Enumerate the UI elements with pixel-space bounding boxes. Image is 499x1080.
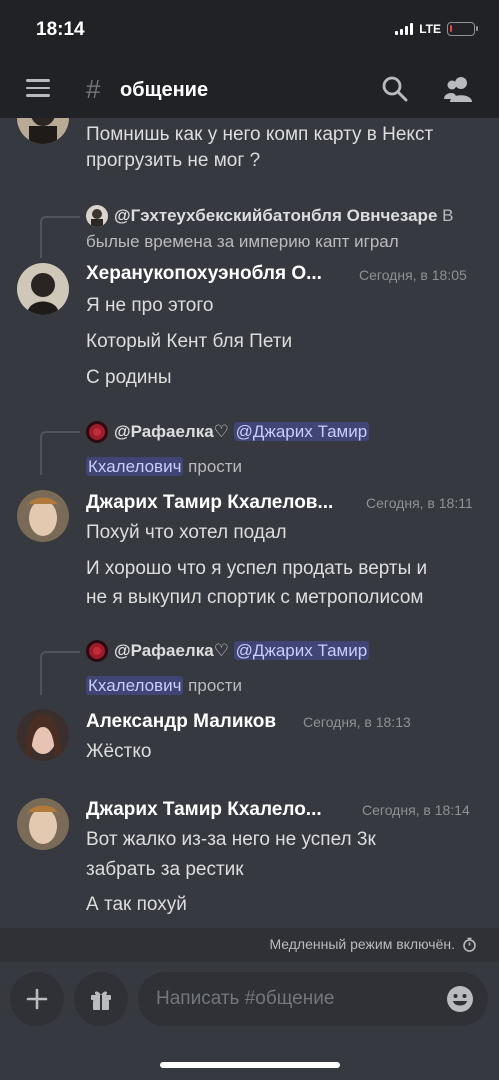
reply-snippet: прости — [183, 457, 243, 476]
reply-connector — [40, 651, 80, 695]
mention[interactable]: Кхалелович — [86, 676, 184, 695]
message-line: И хорошо что я успел продать верты и — [86, 558, 428, 579]
battery-fill — [450, 25, 452, 32]
reply-avatar — [86, 640, 108, 662]
channel-hash-icon: # — [86, 74, 101, 104]
avatar[interactable] — [17, 118, 69, 144]
message-line: забрать за рестик — [86, 859, 244, 880]
signal-icon — [395, 23, 414, 35]
members-icon[interactable] — [444, 75, 474, 103]
message-line: С родины — [86, 367, 172, 388]
reply-avatar — [86, 205, 108, 227]
add-attachment-button[interactable] — [10, 972, 64, 1026]
battery-icon — [447, 22, 478, 36]
reply-snippet-continued: былые времена за империю капт играл — [86, 232, 399, 251]
message-input-container[interactable] — [138, 972, 488, 1026]
message-line: Который Кент бля Пети — [86, 331, 293, 352]
message-timestamp: Сегодня, в 18:13 — [303, 714, 411, 730]
message-username[interactable]: Джарих Тамир Кхалелов... — [86, 492, 333, 514]
reply-username[interactable]: @Рафаелка♡ — [114, 422, 229, 441]
status-indicators: LTE — [395, 22, 478, 36]
search-icon[interactable] — [381, 75, 409, 103]
reply-preview-continued: Кхалелович прости — [86, 450, 486, 484]
message-list[interactable]: Помнишь как у него комп карту в Некст пр… — [0, 118, 499, 928]
message-line: Я не про этого — [86, 295, 214, 316]
reply-avatar — [86, 421, 108, 443]
slowmode-banner: Медленный режим включён. — [0, 928, 499, 962]
mention[interactable]: @Джарих Тамир — [233, 641, 370, 660]
emoji-icon[interactable] — [446, 985, 474, 1013]
reply-preview: @Рафаелка♡ @Джарих Тамир — [114, 634, 494, 668]
message-username[interactable]: Херанукопохуэнобля О... — [86, 263, 322, 285]
channel-title[interactable]: общение — [120, 79, 208, 102]
avatar[interactable] — [17, 798, 69, 850]
reply-preview-continued: Кхалелович прости — [86, 669, 486, 703]
message-username[interactable]: Александр Маликов — [86, 711, 276, 733]
message-composer — [0, 962, 499, 1080]
mention[interactable]: Кхалелович — [86, 457, 184, 476]
slowmode-text: Медленный режим включён. — [269, 936, 455, 952]
message-input[interactable] — [156, 972, 436, 1026]
timer-icon — [463, 937, 476, 952]
home-indicator[interactable] — [160, 1062, 340, 1068]
message-timestamp: Сегодня, в 18:11 — [366, 495, 473, 511]
mention[interactable]: @Джарих Тамир — [233, 422, 370, 441]
message-line: Помнишь как у него комп карту в Некст — [86, 124, 434, 145]
status-bar: 18:14 LTE — [0, 0, 499, 60]
reply-snippet: прости — [183, 676, 243, 695]
message-line: А так похуй — [86, 894, 187, 915]
message-line: Жёстко — [86, 741, 152, 762]
avatar[interactable] — [17, 490, 69, 542]
reply-preview: @Рафаелка♡ @Джарих Тамир — [114, 415, 494, 449]
reply-connector — [40, 216, 80, 258]
reply-username[interactable]: @Гэхтеухбекскийбатонбля Овнчезаре — [114, 206, 437, 225]
network-type: LTE — [419, 22, 441, 36]
reply-snippet: В — [437, 206, 454, 225]
message-username[interactable]: Джарих Тамир Кхалело... — [86, 799, 322, 821]
gift-icon — [91, 991, 111, 1010]
plus-icon — [26, 988, 48, 1010]
reply-username[interactable]: @Рафаелка♡ — [114, 641, 229, 660]
menu-icon[interactable] — [26, 79, 50, 97]
avatar[interactable] — [17, 263, 69, 315]
avatar[interactable] — [17, 709, 69, 761]
message-line: Похуй что хотел подал — [86, 522, 287, 543]
message-line: Вот жалко из-за него не успел 3к — [86, 829, 376, 850]
gift-button[interactable] — [74, 972, 128, 1026]
message-timestamp: Сегодня, в 18:05 — [359, 267, 467, 283]
channel-header: # общение — [0, 60, 499, 118]
message-line: не я выкупил спортик с метрополисом — [86, 587, 424, 608]
reply-connector — [40, 431, 80, 475]
status-time: 18:14 — [36, 19, 85, 40]
message-line: прогрузить не мог ? — [86, 150, 261, 171]
message-timestamp: Сегодня, в 18:14 — [362, 802, 470, 818]
